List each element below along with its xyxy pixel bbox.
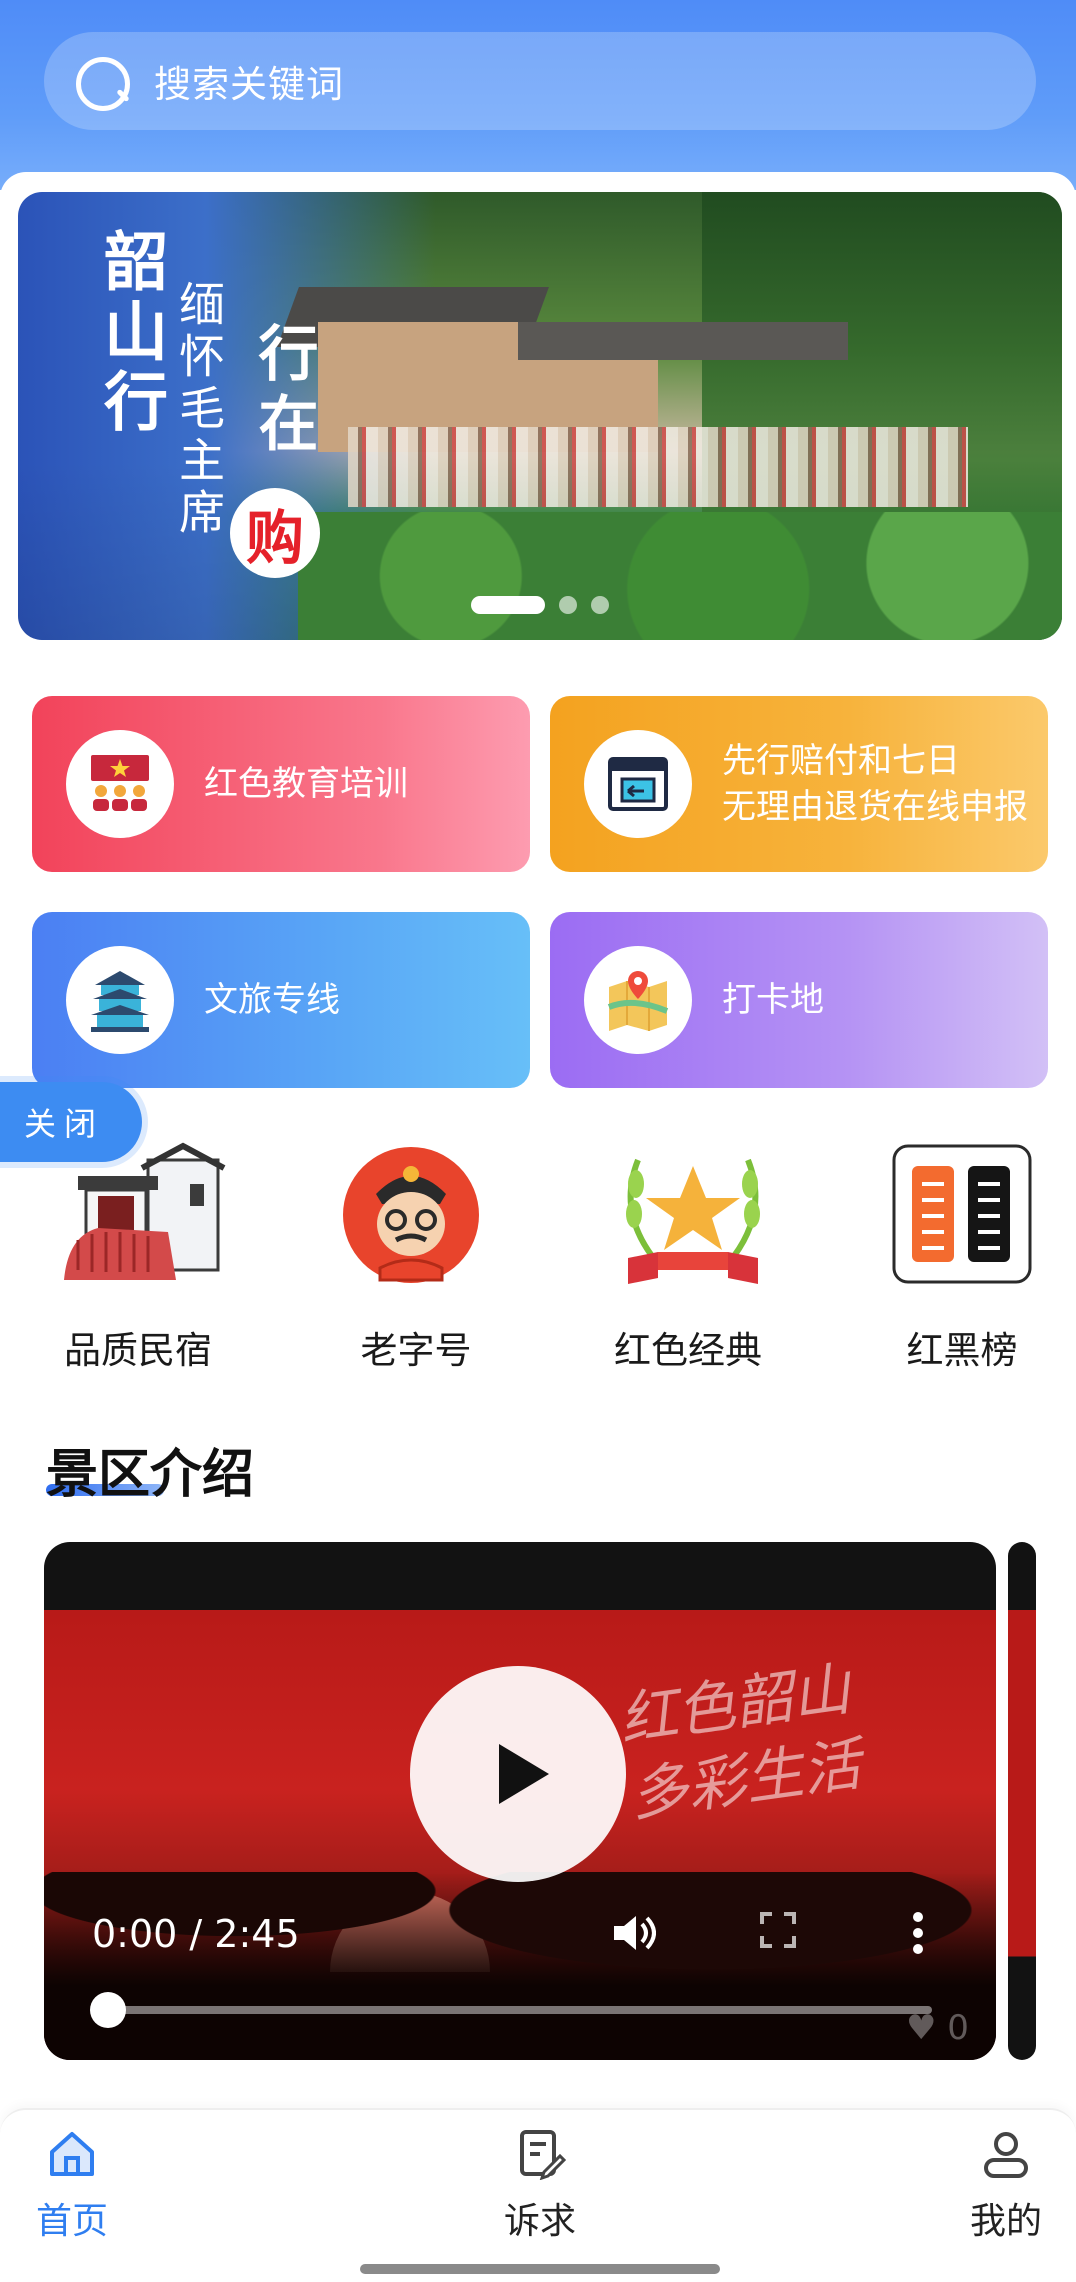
- star-trophy-icon: [608, 1140, 768, 1290]
- close-button[interactable]: 关闭: [0, 1082, 142, 1162]
- house-icon: [58, 1140, 226, 1290]
- tab-label: 首页: [35, 2201, 108, 2242]
- promo-banner[interactable]: 韶山行 缅怀毛主席 行在 购: [18, 192, 1062, 640]
- carousel-indicator: [18, 596, 1062, 614]
- banner-roof-right: [518, 322, 848, 360]
- tab-mine[interactable]: 我的: [906, 2128, 1076, 2244]
- play-button[interactable]: [410, 1666, 626, 1882]
- category-red-black-list[interactable]: 红黑榜: [852, 1140, 1072, 1380]
- card-label: 红色教育培训: [204, 764, 408, 804]
- search-icon: [74, 55, 130, 111]
- banner-crowd: [348, 427, 968, 507]
- map-pin-icon: [584, 946, 692, 1054]
- search-bar[interactable]: 搜索关键词: [44, 32, 1036, 130]
- banner-subtitle: 缅怀毛主席: [172, 280, 226, 540]
- play-icon: [499, 1744, 549, 1804]
- pagoda-icon: [66, 946, 174, 1054]
- red-black-list-icon: [882, 1140, 1042, 1290]
- video-caption: 红色韶山 多彩生活: [615, 1651, 866, 1834]
- fullscreen-icon[interactable]: [758, 1910, 804, 1956]
- search-placeholder: 搜索关键词: [154, 63, 344, 106]
- likes-count: ♥ 0: [906, 2008, 969, 2048]
- bottom-tab-bar: 首页 诉求 我的: [0, 2108, 1076, 2282]
- tab-home[interactable]: 首页: [0, 2128, 172, 2244]
- category-label: 老字号: [360, 1329, 472, 1372]
- card-culture-tourism-line[interactable]: 文旅专线: [32, 912, 530, 1088]
- banner-title: 韶山行: [93, 228, 168, 438]
- carousel-dot-active[interactable]: [471, 596, 545, 614]
- tab-label: 我的: [969, 2201, 1042, 2242]
- carousel-dot[interactable]: [559, 596, 577, 614]
- banner-slogan: 行在: [248, 322, 318, 462]
- tab-label: 诉求: [503, 2201, 576, 2242]
- progress-handle[interactable]: [90, 1992, 126, 2028]
- app-header: 搜索关键词: [0, 0, 1076, 190]
- category-label: 红色经典: [614, 1329, 762, 1372]
- card-label-line2: 无理由退货在线申报: [722, 787, 1028, 827]
- banner-lotus-leaves: [298, 512, 1062, 640]
- next-video-peek[interactable]: [1008, 1542, 1036, 2060]
- category-time-honored-brand[interactable]: 老字号: [306, 1140, 526, 1380]
- card-compensation-return[interactable]: 先行赔付和七日 无理由退货在线申报: [550, 696, 1048, 872]
- category-red-classic[interactable]: 红色经典: [578, 1140, 798, 1380]
- home-indicator: [360, 2264, 720, 2274]
- video-player[interactable]: 红色韶山 多彩生活 0:00 / 2:45 ♥ 0: [44, 1542, 996, 2060]
- card-label: 先行赔付和七日 无理由退货在线申报: [722, 738, 1028, 830]
- more-options-icon[interactable]: [910, 1910, 956, 1956]
- tab-appeal[interactable]: 诉求: [440, 2128, 640, 2244]
- progress-track[interactable]: [108, 2006, 932, 2014]
- banner-highlight-badge: 购: [230, 488, 320, 578]
- card-label: 打卡地: [722, 980, 824, 1020]
- section-title: 景区介绍: [46, 1445, 255, 1505]
- return-box-icon: [584, 730, 692, 838]
- likes-value: 0: [947, 2008, 969, 2048]
- carousel-dot[interactable]: [591, 596, 609, 614]
- edit-note-icon: [514, 2128, 567, 2181]
- user-icon: [980, 2128, 1032, 2180]
- category-label: 品质民宿: [64, 1329, 212, 1372]
- card-label-line1: 先行赔付和七日: [722, 741, 960, 781]
- video-hills: [44, 1872, 996, 2060]
- card-label: 文旅专线: [204, 980, 340, 1020]
- home-icon: [46, 2128, 98, 2180]
- old-shop-mascot-icon: [336, 1140, 496, 1290]
- flag-meeting-icon: [66, 730, 174, 838]
- volume-icon[interactable]: [610, 1910, 656, 1956]
- card-checkin-spot[interactable]: 打卡地: [550, 912, 1048, 1088]
- card-red-education[interactable]: 红色教育培训: [32, 696, 530, 872]
- video-time: 0:00 / 2:45: [92, 1912, 300, 1956]
- category-quality-homestay[interactable]: 品质民宿: [28, 1140, 248, 1380]
- category-label: 红黑榜: [906, 1329, 1018, 1372]
